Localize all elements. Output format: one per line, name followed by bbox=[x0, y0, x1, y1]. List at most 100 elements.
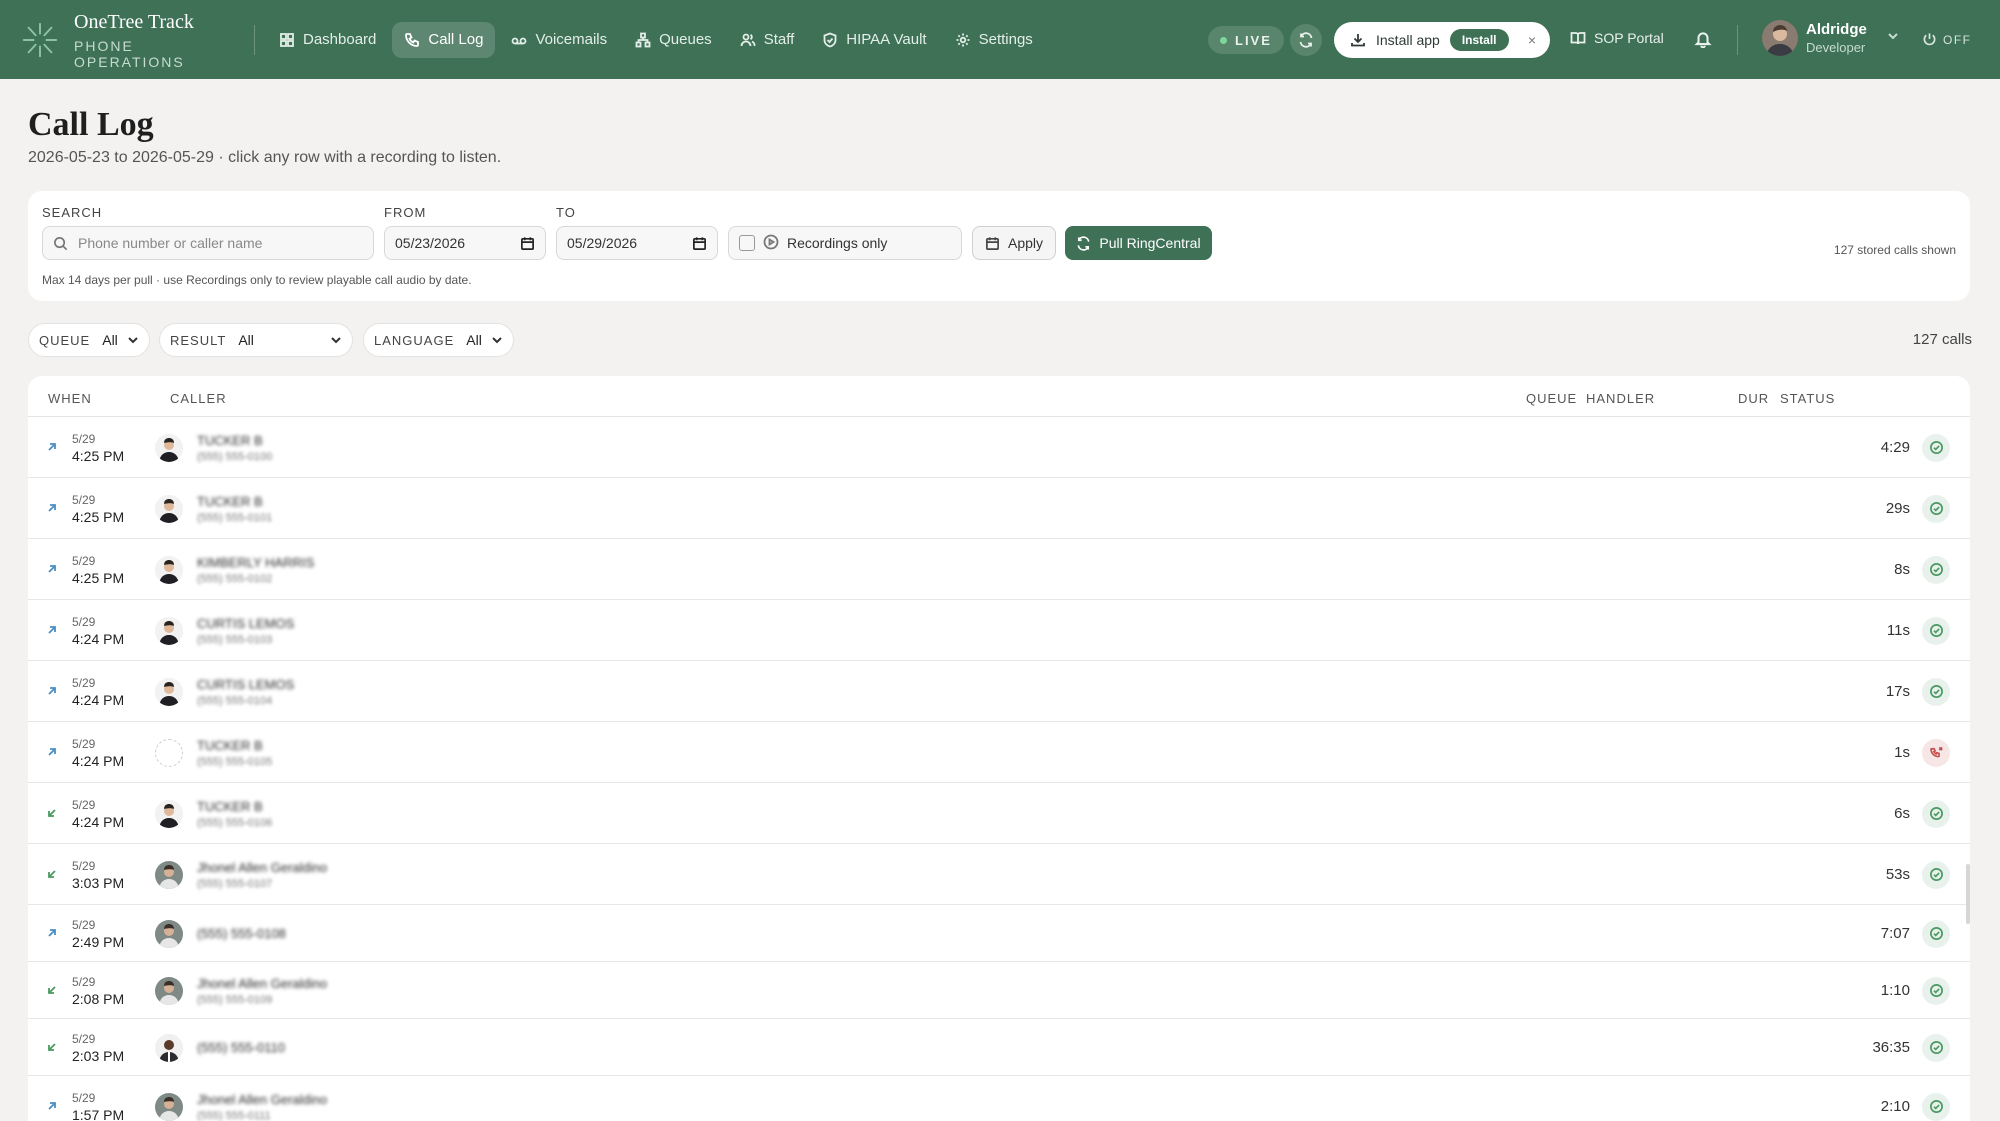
table-row[interactable]: 5/29 2:08 PM Jhonel Allen Geraldino (555) 5… bbox=[28, 962, 1970, 1019]
recordings-only-toggle[interactable]: Recordings only bbox=[728, 226, 962, 260]
table-header: WHEN CALLER QUEUE HANDLER DUR STATUS bbox=[28, 376, 1970, 417]
notifications-button[interactable] bbox=[1694, 30, 1712, 53]
column-duration[interactable]: DUR bbox=[1738, 391, 1769, 406]
install-button[interactable]: Install bbox=[1449, 29, 1509, 51]
book-icon bbox=[1570, 32, 1586, 45]
column-status[interactable]: STATUS bbox=[1780, 391, 1835, 406]
call-when: 5/29 3:03 PM bbox=[72, 859, 124, 891]
caller-name: Jhonel Allen Geraldino bbox=[197, 859, 328, 875]
download-icon bbox=[1351, 34, 1365, 47]
call-time: 4:24 PM bbox=[72, 691, 125, 708]
table-row[interactable]: 5/29 2:49 PM (555) 555-0108 7:07 bbox=[28, 905, 1970, 962]
apply-button[interactable]: Apply bbox=[972, 226, 1056, 260]
to-date-input[interactable]: 05/29/2026 bbox=[556, 226, 718, 260]
stored-calls-count: 127 stored calls shown bbox=[1833, 243, 1956, 257]
call-when: 5/29 4:25 PM bbox=[72, 554, 124, 586]
result-filter-dropdown[interactable]: RESULT All bbox=[159, 323, 353, 357]
call-date: 5/29 bbox=[72, 797, 96, 812]
call-date: 5/29 bbox=[72, 492, 96, 507]
recordings-only-checkbox[interactable] bbox=[739, 235, 755, 251]
result-filter-label: RESULT bbox=[170, 332, 227, 348]
call-duration: 36:35 bbox=[1872, 1038, 1910, 1056]
column-caller[interactable]: CALLER bbox=[170, 391, 227, 406]
table-row[interactable]: 5/29 4:24 PM TUCKER B (555) 555-0105 1s bbox=[28, 722, 1970, 783]
table-row[interactable]: 5/29 4:25 PM TUCKER B (555) 555-0101 29s bbox=[28, 478, 1970, 539]
table-row[interactable]: 5/29 3:03 PM Jhonel Allen Geraldino (555) 5… bbox=[28, 844, 1970, 905]
call-log-table: WHEN CALLER QUEUE HANDLER DUR STATUS 5/2… bbox=[28, 376, 1970, 1121]
caller-phone: (555) 555-0105 bbox=[197, 755, 273, 768]
table-row[interactable]: 5/29 4:24 PM TUCKER B (555) 555-0106 6s bbox=[28, 783, 1970, 844]
avatar bbox=[155, 919, 183, 948]
nav-dashboard[interactable]: Dashboard bbox=[267, 22, 388, 58]
search-input[interactable] bbox=[78, 235, 358, 251]
from-date-value: 05/23/2026 bbox=[395, 235, 466, 251]
live-indicator: LIVE bbox=[1208, 26, 1284, 54]
call-date: 5/29 bbox=[72, 736, 96, 751]
refresh-icon bbox=[1077, 235, 1090, 251]
table-row[interactable]: 5/29 1:57 PM Jhonel Allen Geraldino (555) 5… bbox=[28, 1076, 1970, 1121]
nav-label: HIPAA Vault bbox=[846, 31, 927, 48]
brand[interactable]: OneTree Track PHONE OPERATIONS bbox=[20, 10, 242, 70]
nav-queues[interactable]: Queues bbox=[623, 22, 724, 58]
call-duration: 7:07 bbox=[1880, 924, 1910, 942]
top-bar: OneTree Track PHONE OPERATIONS Dashboard… bbox=[0, 0, 2000, 79]
caller-phone: (555) 555-0109 bbox=[197, 993, 273, 1006]
outgoing-arrow-icon bbox=[46, 440, 58, 458]
table-row[interactable]: 5/29 4:24 PM CURTIS LEMOS (555) 555-0104 17s bbox=[28, 661, 1970, 722]
completed-check-icon bbox=[1922, 799, 1950, 828]
nav-label: Voicemails bbox=[535, 31, 608, 48]
table-row[interactable]: 5/29 4:24 PM CURTIS LEMOS (555) 555-0103 11s bbox=[28, 600, 1970, 661]
call-when: 5/29 4:24 PM bbox=[72, 798, 124, 830]
search-field[interactable] bbox=[42, 226, 374, 260]
caller-phone: (555) 555-0111 bbox=[197, 1109, 271, 1121]
call-when: 5/29 4:25 PM bbox=[72, 432, 124, 464]
nav-staff[interactable]: Staff bbox=[728, 22, 807, 58]
caller-name: (555) 555-0110 bbox=[197, 1039, 285, 1055]
call-time: 4:24 PM bbox=[72, 630, 125, 647]
call-time: 4:25 PM bbox=[72, 569, 125, 586]
avatar bbox=[155, 494, 183, 523]
power-toggle[interactable]: OFF bbox=[1922, 32, 1972, 47]
shield-icon bbox=[823, 32, 837, 47]
call-duration: 1s bbox=[1894, 743, 1910, 761]
queue-filter-dropdown[interactable]: QUEUE All bbox=[28, 323, 150, 357]
missed-call-icon bbox=[1922, 738, 1950, 767]
from-date-input[interactable]: 05/23/2026 bbox=[384, 226, 546, 260]
avatar bbox=[155, 976, 183, 1005]
divider bbox=[254, 24, 255, 55]
table-row[interactable]: 5/29 4:25 PM TUCKER B (555) 555-0100 4:29 bbox=[28, 417, 1970, 478]
column-handler[interactable]: HANDLER bbox=[1586, 391, 1655, 406]
outgoing-arrow-icon bbox=[46, 562, 58, 580]
nav-hipaa-vault[interactable]: HIPAA Vault bbox=[810, 22, 938, 58]
caller-name: Jhonel Allen Geraldino bbox=[197, 1091, 328, 1107]
pull-ringcentral-button[interactable]: Pull RingCentral bbox=[1065, 226, 1212, 260]
user-menu[interactable]: Aldridge Developer bbox=[1762, 20, 1899, 56]
brand-subtitle: PHONE OPERATIONS bbox=[74, 37, 185, 70]
outgoing-arrow-icon bbox=[46, 501, 58, 519]
caller-name: CURTIS LEMOS bbox=[197, 676, 295, 692]
avatar bbox=[155, 616, 183, 645]
call-time: 4:25 PM bbox=[72, 447, 125, 464]
outgoing-arrow-icon bbox=[46, 1099, 58, 1117]
nav-settings[interactable]: Settings bbox=[943, 22, 1045, 58]
scrollbar[interactable] bbox=[1966, 864, 1970, 924]
install-text: Install app bbox=[1376, 32, 1440, 48]
refresh-button[interactable] bbox=[1290, 24, 1322, 56]
call-duration: 17s bbox=[1885, 682, 1910, 700]
completed-check-icon bbox=[1922, 1033, 1950, 1062]
outgoing-arrow-icon bbox=[46, 623, 58, 641]
call-when: 5/29 2:03 PM bbox=[72, 1032, 124, 1064]
sop-portal-link[interactable]: SOP Portal bbox=[1570, 30, 1664, 46]
column-when[interactable]: WHEN bbox=[48, 391, 92, 406]
call-duration: 8s bbox=[1894, 560, 1910, 578]
nav-voicemails[interactable]: Voicemails bbox=[499, 22, 619, 58]
close-icon[interactable]: × bbox=[1528, 32, 1536, 48]
table-row[interactable]: 5/29 4:25 PM KIMBERLY HARRIS (555) 555-0102… bbox=[28, 539, 1970, 600]
call-when: 5/29 4:24 PM bbox=[72, 615, 124, 647]
column-queue[interactable]: QUEUE bbox=[1526, 391, 1577, 406]
language-filter-dropdown[interactable]: LANGUAGE All bbox=[363, 323, 514, 357]
table-row[interactable]: 5/29 2:03 PM (555) 555-0110 36:35 bbox=[28, 1019, 1970, 1076]
nav-call-log[interactable]: Call Log bbox=[392, 21, 496, 58]
nav-label: Settings bbox=[978, 31, 1033, 48]
call-when: 5/29 4:25 PM bbox=[72, 493, 124, 525]
